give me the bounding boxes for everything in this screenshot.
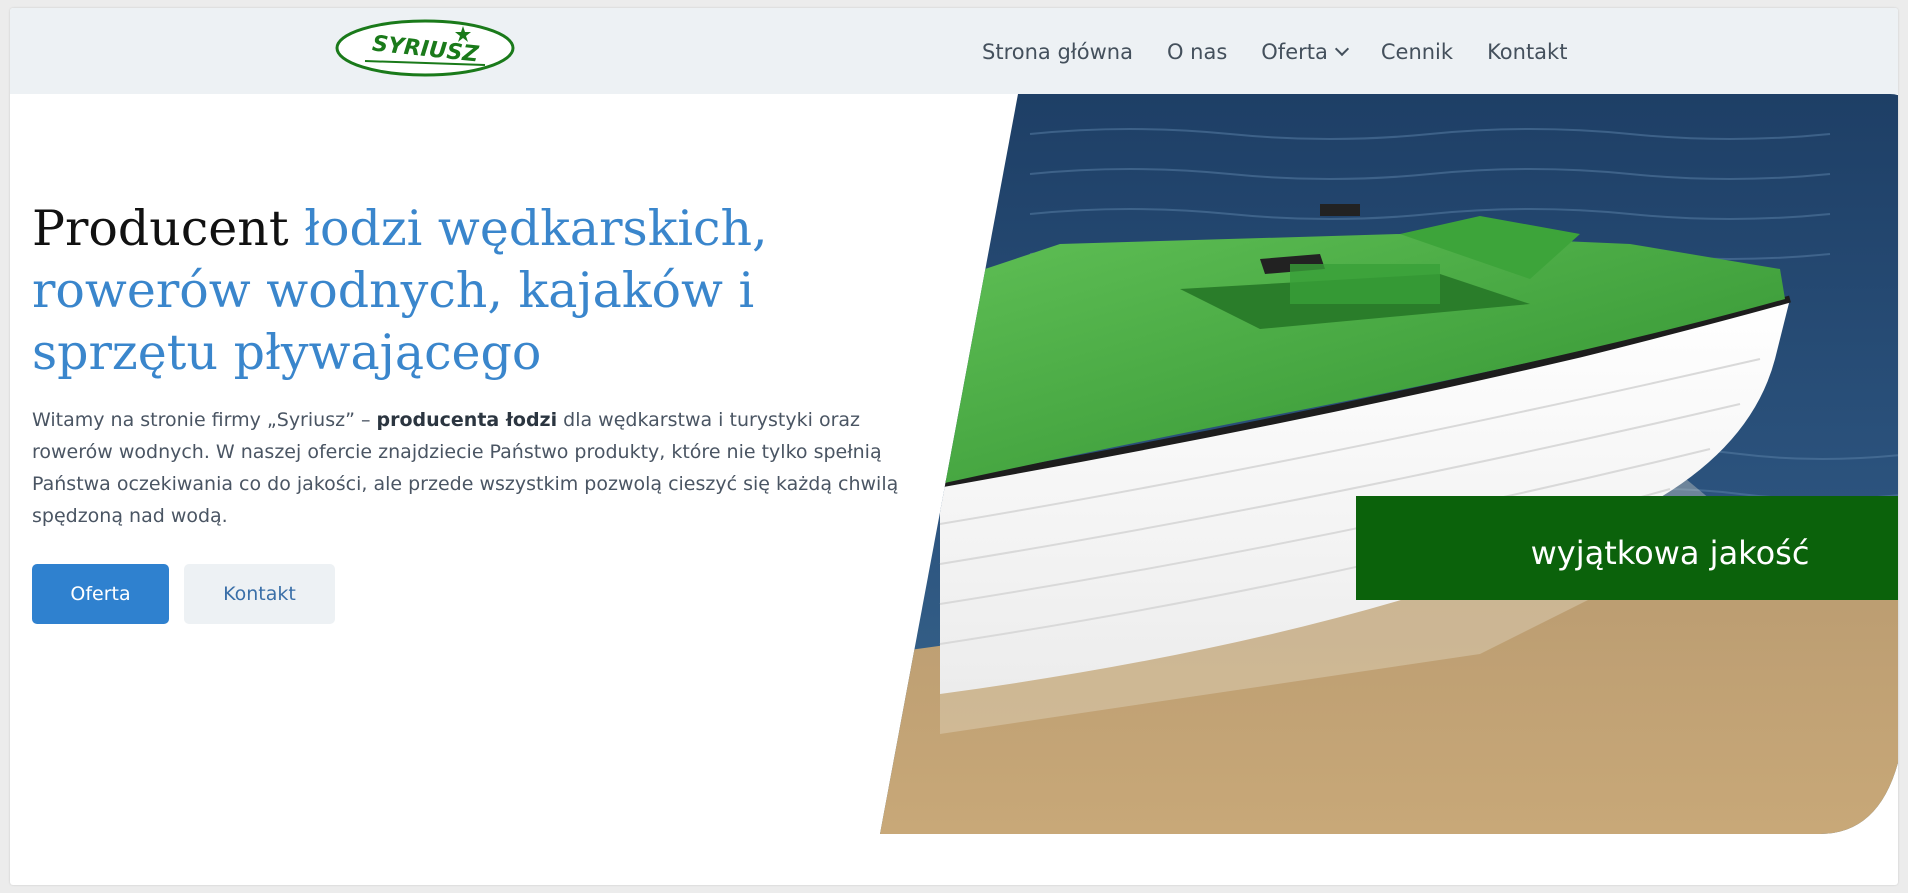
- hero-boat-image: wyjątkowa jakość: [880, 94, 1898, 834]
- nav-contact-label: Kontakt: [1487, 40, 1568, 64]
- nav-about-label: O nas: [1166, 40, 1228, 64]
- main-nav: Strona główna O nas Oferta Cennik Kontak…: [982, 32, 1567, 72]
- site-header: SYRIUSZ Strona główna O nas Oferta Cenni…: [10, 8, 1898, 94]
- hero-heading-dark: Producent: [32, 200, 289, 257]
- nav-pricing[interactable]: Cennik: [1381, 40, 1453, 64]
- nav-about[interactable]: O nas: [1167, 40, 1227, 64]
- hero-heading: Producent łodzi wędkarskich, rowerów wod…: [32, 198, 952, 384]
- nav-offer-label: Oferta: [1261, 40, 1328, 64]
- badge-text: wyjątkowa jakość: [1531, 534, 1810, 572]
- contact-button[interactable]: Kontakt: [184, 564, 335, 624]
- page-frame: SYRIUSZ Strona główna O nas Oferta Cenni…: [10, 8, 1898, 885]
- nav-contact[interactable]: Kontakt: [1487, 40, 1567, 64]
- intro-text-bold: producenta łodzi: [376, 409, 558, 431]
- offer-button[interactable]: Oferta: [32, 564, 169, 624]
- contact-button-label: Kontakt: [223, 583, 296, 605]
- syriusz-logo[interactable]: SYRIUSZ: [335, 17, 515, 77]
- offer-button-label: Oferta: [70, 583, 131, 605]
- hero-intro: Witamy na stronie firmy „Syriusz” – prod…: [32, 404, 937, 532]
- nav-home[interactable]: Strona główna: [982, 40, 1133, 64]
- chevron-down-icon: [1334, 41, 1349, 57]
- nav-home-label: Strona główna: [982, 40, 1133, 64]
- nav-offer[interactable]: Oferta: [1261, 40, 1349, 64]
- intro-text-start: Witamy na stronie firmy „Syriusz” –: [32, 409, 377, 431]
- nav-pricing-label: Cennik: [1380, 40, 1454, 64]
